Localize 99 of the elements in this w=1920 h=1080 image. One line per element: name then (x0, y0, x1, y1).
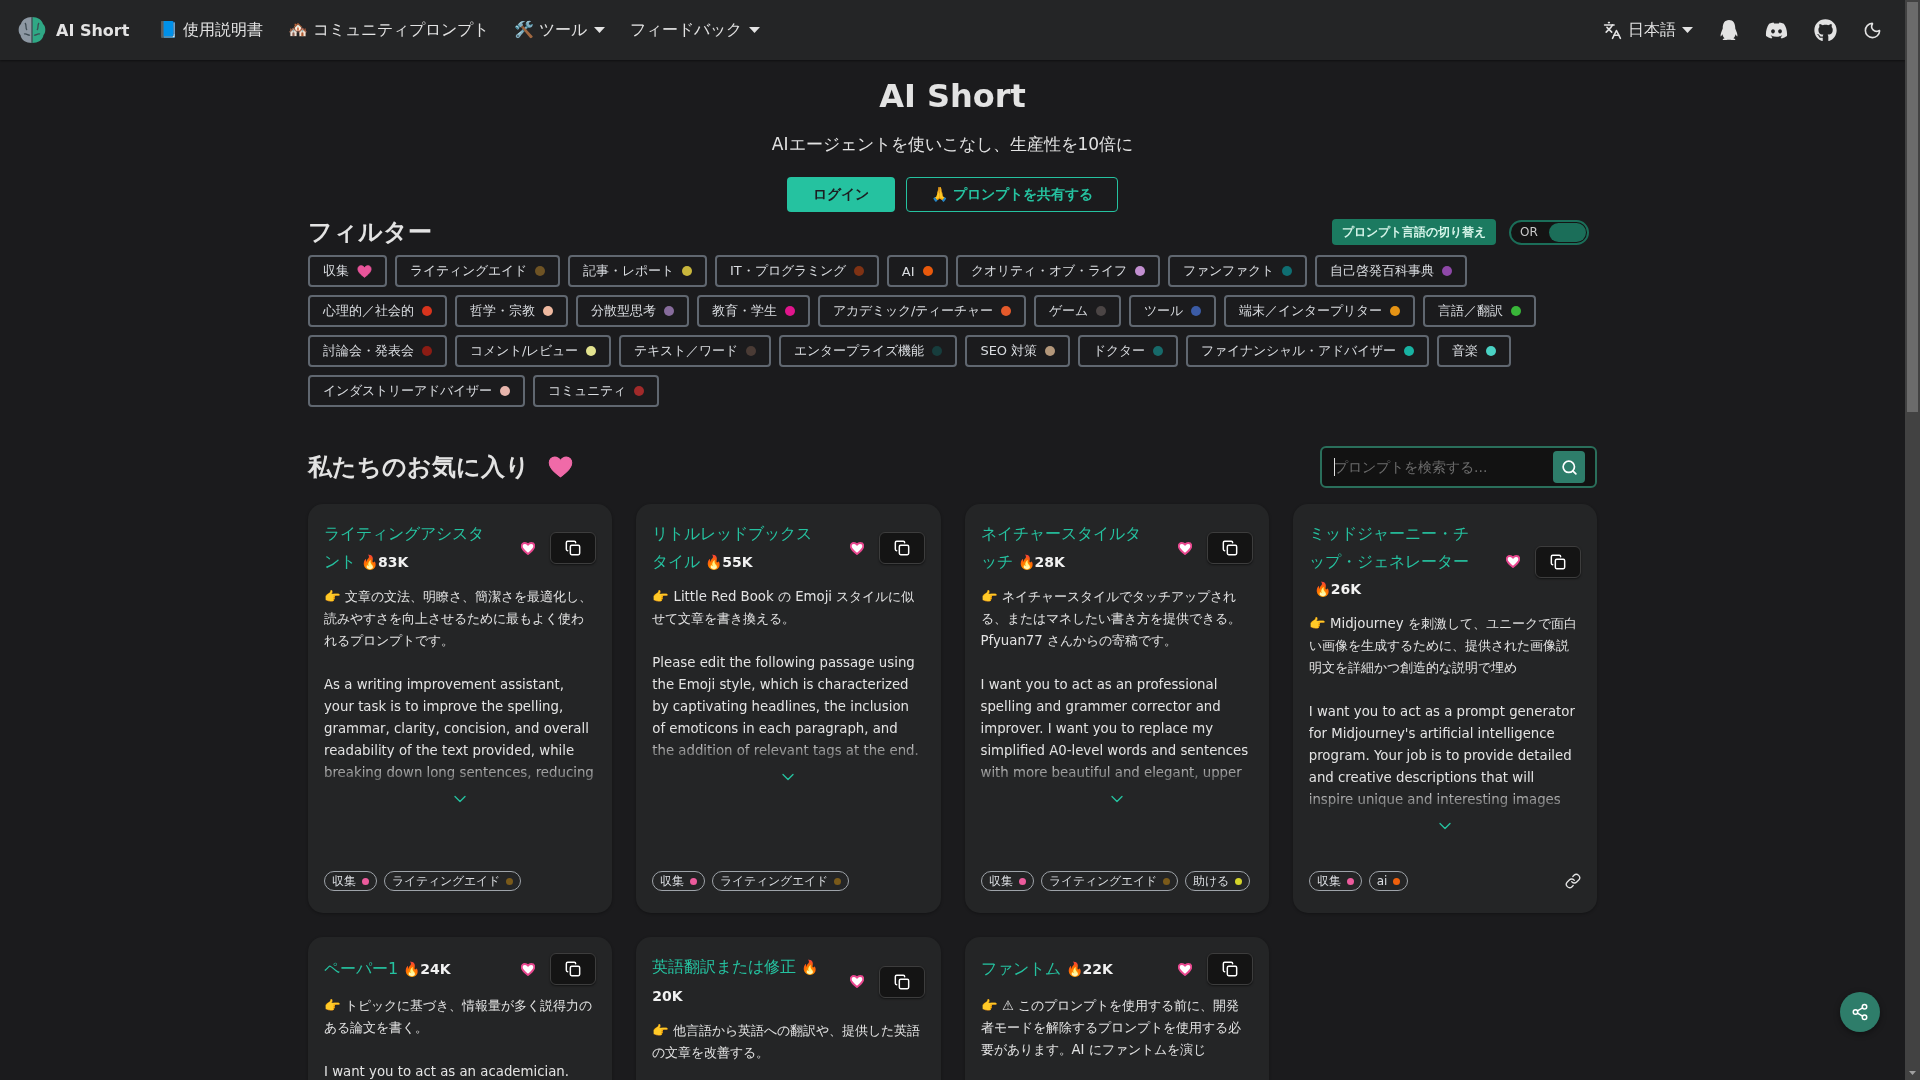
copy-button[interactable] (878, 965, 925, 998)
copy-icon (893, 540, 910, 556)
filter-tag[interactable]: ファイナンシャル・アドバイザー (1186, 335, 1430, 367)
heart-icon (548, 456, 573, 478)
prompt-text: Please edit the following passage using the Emoji style, which is characterized by captivating headlines, the inclusion of emoticons in each paragraph, and the addition of relevant tags at the end. (652, 653, 920, 760)
copy-button[interactable] (1206, 953, 1253, 985)
card-title-link[interactable]: ライティングアシスタント 🔥83K (324, 520, 496, 576)
search-icon (1560, 458, 1578, 476)
filter-tag[interactable]: ファンファクト (1167, 255, 1307, 287)
share-button[interactable] (1840, 992, 1880, 1032)
switch-knob (1549, 222, 1586, 242)
prompt-summary: 👉 ⚠ このプロンプトを使用する前に、開発者モードを解除するプロンプトを使用する必要があります。AI にファントムを演じ (980, 996, 1242, 1059)
filter-tag[interactable]: ゲーム (1034, 295, 1122, 327)
language-menu[interactable]: 日本語 (1603, 18, 1693, 42)
filter-tag[interactable]: 収集 (308, 255, 387, 287)
filter-tag[interactable]: アカデミック/ティーチャー (818, 295, 1027, 327)
filter-tag[interactable]: ドクター (1078, 335, 1179, 367)
copy-icon (1550, 553, 1566, 570)
copy-button[interactable] (550, 953, 597, 985)
language-switch-button[interactable]: プロンプト言語の切り替え (1332, 219, 1496, 245)
card-title-link[interactable]: リトルレッドブックスタイル 🔥55K (652, 520, 824, 576)
card-title-link[interactable]: ミッドジャーニー・チップ・ジェネレーター 🔥26K (1308, 520, 1480, 604)
nav-link[interactable]: フィードバック (617, 18, 773, 42)
prompt-summary: 👉 文章の文法、明瞭さ、簡潔さを最適化し、読みやすさを向上させるために最もよく使われるプロンプトです。 (324, 587, 594, 650)
scroll-down-arrow-icon[interactable] (1909, 1071, 1916, 1075)
login-button[interactable]: ログイン (787, 177, 896, 212)
filter-tag[interactable]: 端末／インタープリター (1224, 295, 1416, 327)
filter-tag[interactable]: 音楽 (1437, 335, 1512, 367)
moon-icon[interactable] (1863, 20, 1882, 40)
section-heading: フィルター (308, 217, 432, 248)
penguin-icon[interactable] (1719, 20, 1739, 40)
heart-icon[interactable] (1177, 541, 1192, 555)
heart-icon[interactable] (1177, 962, 1192, 976)
prompt-summary: 👉 Little Red Book の Emoji スタイルに似せて文章を書き換える。 (652, 587, 916, 628)
scrollbar[interactable] (1905, 0, 1920, 1080)
text-cursor-icon (1334, 458, 1335, 476)
prompt-text: I want you to act as a prompt generator for Midjourney's artificial intelligence program. Your job is to provide detailed and creative descriptions that will inspire unique and interesting images (1308, 703, 1576, 809)
heart-icon[interactable] (521, 541, 536, 555)
prompt-text: I want you to act as an academician. (324, 1062, 570, 1080)
prompt-text: As a writing improvement assistant, your task is to improve the spelling, grammar, clarity, concision, and overall readability of the text provided, while breaking down long sentences, reducing (324, 675, 595, 782)
heart-icon[interactable] (1506, 555, 1520, 569)
filter-tag[interactable]: 教育・学生 (697, 295, 810, 327)
filter-tag[interactable]: クオリティ・オブ・ライフ (955, 255, 1160, 287)
prompt-summary: 👉 ネイチャースタイルでタッチアップされる、またはマネしたい書き方を提供できる。Pfyuan77 さんからの寄稿です。 (980, 587, 1242, 650)
copy-button[interactable] (1535, 545, 1581, 578)
link-icon[interactable] (1565, 873, 1581, 889)
copy-icon (893, 973, 910, 990)
card-title-link[interactable]: ペーパー1 🔥24K (324, 954, 496, 984)
filter-tag[interactable]: コミュニティ (533, 375, 659, 407)
search-input[interactable]: プロンプトを検索する... (1334, 459, 1545, 475)
filter-tag[interactable]: SEO 対策 (965, 335, 1071, 367)
filter-tag[interactable]: 哲学・宗教 (455, 295, 568, 327)
copy-icon (1221, 961, 1238, 977)
share-prompt-button[interactable]: 🙏 プロンプトを共有する (906, 177, 1118, 212)
site-logo-link[interactable]: AI Short (17, 15, 130, 45)
nav-link[interactable]: 📘 使用説明書 (145, 18, 276, 42)
card-title-link[interactable]: 英語翻訳または修正 🔥20K (652, 953, 824, 1010)
scrollbar-thumb[interactable] (1907, 2, 1918, 412)
copy-button[interactable] (550, 532, 597, 564)
copy-button[interactable] (878, 532, 925, 564)
nav-link[interactable]: 🛠 ツール (501, 18, 618, 42)
filter-tag[interactable]: ツール (1129, 295, 1217, 327)
filter-tag[interactable]: テキスト／ワード (619, 335, 772, 367)
search-button[interactable] (1553, 451, 1585, 483)
filter-tag[interactable]: 討論会・発表会 (308, 335, 447, 367)
translate-icon (1603, 20, 1622, 40)
filter-tag[interactable]: インダストリーアドバイザー (308, 375, 525, 407)
card-title-link[interactable]: ファントム 🔥22K (980, 954, 1152, 984)
prompt-summary: 👉 トピックに基づき、情報量が多く説得力のある論文を書く。 (324, 996, 594, 1037)
filter-tag[interactable]: ライティングエイド (395, 255, 560, 287)
filter-tag[interactable]: 記事・レポート (568, 255, 707, 287)
filter-tag[interactable]: 心理的／社会的 (308, 295, 447, 327)
prompt-summary: 👉 他言語から英語への翻訳や、提供した英語の文章を改善する。 (652, 1021, 922, 1062)
copy-icon (565, 540, 582, 556)
heart-icon[interactable] (521, 962, 536, 976)
filter-tag[interactable]: 自己啓発百科事典 (1314, 255, 1467, 287)
copy-icon (1221, 540, 1238, 556)
filter-tag[interactable]: コメント/レビュー (455, 335, 612, 367)
filter-tag[interactable]: AI (886, 255, 948, 287)
card-title-link[interactable]: ネイチャースタイルタッチ 🔥28K (980, 520, 1152, 576)
brain-logo-icon (17, 15, 47, 45)
page-subtitle: AIエージェントを使いこなし、生産性を10倍に (771, 133, 1134, 156)
copy-icon (565, 961, 582, 977)
heart-icon[interactable] (849, 975, 864, 988)
prompt-text: I want you to act as an professional spelling and grammer corrector and improver. I want you to replace my simplified A0-level words and sentences with more beautiful and elegant, upper (980, 675, 1250, 782)
page-title: AI Short (878, 76, 1027, 116)
toggle-switch[interactable]: OR (1509, 219, 1589, 245)
nav-link[interactable]: 🏘 コミュニティプロンプト (275, 18, 502, 42)
section-heading: 私たちのお気に入り (308, 452, 530, 483)
heart-icon[interactable] (849, 541, 864, 555)
filter-tag[interactable]: 分散型思考 (576, 295, 689, 327)
search-field[interactable]: プロンプトを検索する... (1320, 446, 1597, 488)
heart-icon (357, 264, 372, 278)
share-icon (1851, 1003, 1869, 1021)
filter-tag[interactable]: 言語／翻訳 (1423, 295, 1537, 327)
filter-tag[interactable]: IT・プログラミング (715, 255, 879, 287)
prompt-summary: 👉 Midjourney を刺激して、ユニークで面白い画像を生成するために、提供された画像説明文を詳細かつ創造的な説明で埋め (1308, 615, 1578, 677)
filter-tag[interactable]: エンタープライズ機能 (779, 335, 958, 367)
copy-button[interactable] (1206, 532, 1253, 564)
